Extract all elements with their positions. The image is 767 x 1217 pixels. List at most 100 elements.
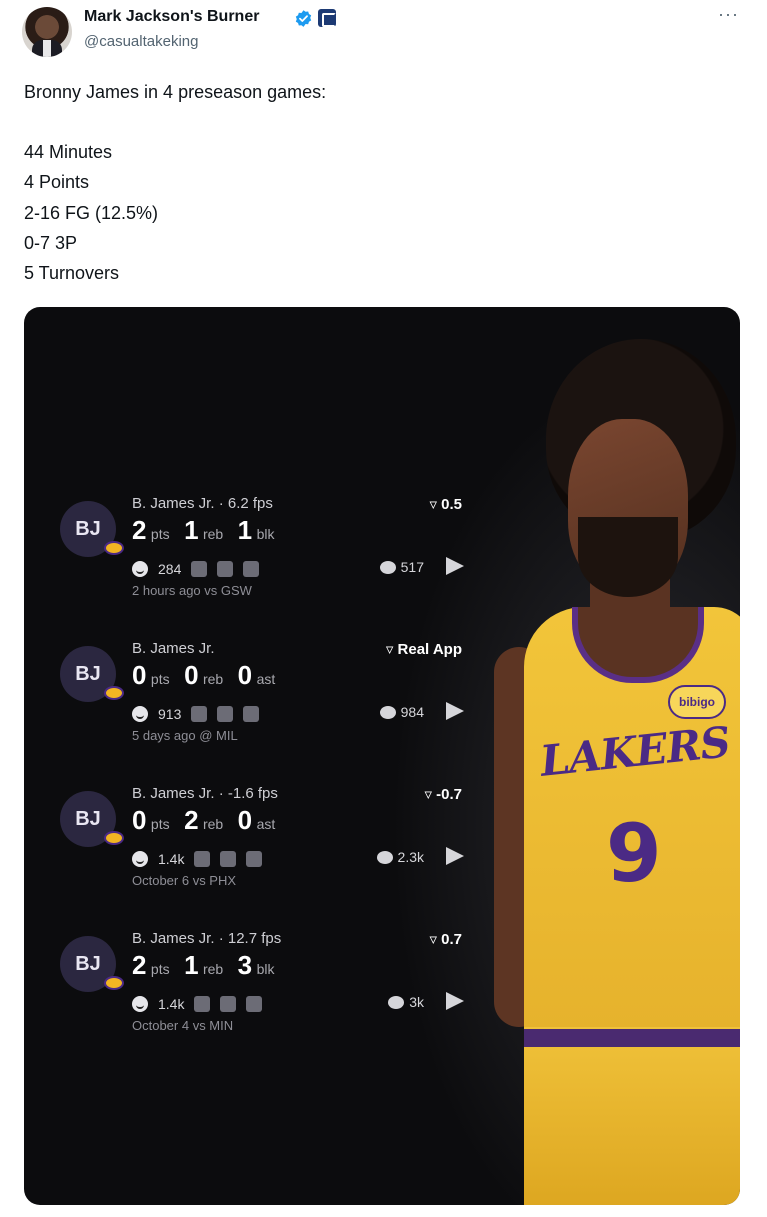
tweet-text-line: 5 Turnovers — [24, 263, 120, 283]
tweet-media-image[interactable]: bibigo LAKERS 9 BJ B. James Jr. · 6.2 fp… — [24, 307, 740, 1205]
card-score: ▿ Real App — [385, 641, 462, 658]
comment-count: 517 — [379, 559, 424, 575]
smile-icon — [132, 706, 148, 722]
tweet-text-line: 4 Points — [24, 172, 90, 192]
card-title: B. James Jr. · -1.6 fps — [132, 785, 278, 802]
stat-unit: pts — [150, 526, 170, 542]
splash-icon — [246, 851, 263, 867]
comment-count-value: 517 — [400, 559, 424, 575]
reaction-row: 913 — [132, 704, 260, 724]
stat-value: 1 — [237, 515, 253, 545]
basket-icon — [191, 706, 208, 722]
smile-icon — [132, 561, 148, 577]
lakers-logo-icon — [104, 976, 124, 990]
lakers-logo-icon — [104, 541, 124, 555]
verified-badge-icon — [295, 10, 312, 27]
comment-icon — [379, 560, 396, 574]
stat-unit: reb — [202, 816, 224, 832]
trash-icon — [243, 561, 260, 577]
stat-unit: pts — [150, 816, 170, 832]
tweet-text-line: 0-7 3P — [24, 233, 78, 253]
stat-unit: reb — [202, 526, 224, 542]
smile-icon — [132, 996, 148, 1012]
stat-card: BJ B. James Jr. 0 pts 0 reb 0 ast 913 5 … — [60, 640, 468, 775]
stat-unit: reb — [202, 961, 224, 977]
tweet-text-line: 2-16 FG (12.5%) — [24, 203, 159, 223]
author-name[interactable]: Mark Jackson's Burner — [84, 8, 259, 26]
stat-value: 1 — [184, 515, 199, 545]
eggplant-icon — [217, 706, 234, 722]
jersey-sponsor-logo: bibigo — [668, 685, 726, 719]
stat-value: 2 — [132, 515, 147, 545]
lakers-logo-icon — [104, 686, 124, 700]
smile-icon — [132, 851, 148, 867]
stat-value: 2 — [184, 805, 199, 835]
comment-count-value: 3k — [409, 994, 424, 1010]
stat-unit: pts — [150, 961, 170, 977]
comment-count-value: 984 — [400, 704, 424, 720]
card-score: ▿ 0.7 — [429, 931, 462, 948]
stat-value: 0 — [237, 660, 253, 690]
stat-unit: blk — [256, 526, 275, 542]
goat-icon — [217, 561, 234, 577]
stat-unit: blk — [256, 961, 275, 977]
tweet-text-line: Bronny James in 4 preseason games: — [24, 82, 327, 102]
reaction-count: 284 — [158, 561, 182, 577]
lakers-logo-icon — [104, 831, 124, 845]
stat-line: 0 pts 2 reb 0 ast — [132, 805, 285, 836]
card-score: ▿ 0.5 — [429, 496, 462, 513]
goat-icon — [243, 706, 260, 722]
stat-value: 1 — [184, 950, 199, 980]
tweet-text-line: 44 Minutes — [24, 142, 113, 162]
card-timestamp: October 6 vs PHX — [132, 873, 237, 888]
stat-unit: pts — [150, 671, 170, 687]
reaction-count: 1.4k — [158, 996, 185, 1012]
share-arrow-icon — [446, 847, 464, 865]
share-arrow-icon — [446, 992, 464, 1010]
reaction-count: 1.4k — [158, 851, 185, 867]
stat-line: 2 pts 1 reb 1 blk — [132, 515, 285, 546]
reaction-row: 284 — [132, 559, 260, 579]
rooster-icon — [246, 996, 263, 1012]
stat-card: BJ B. James Jr. · 6.2 fps 2 pts 1 reb 1 … — [60, 495, 468, 630]
stat-unit: ast — [256, 816, 276, 832]
comment-count: 3k — [388, 994, 424, 1010]
eggplant-icon — [194, 851, 211, 867]
stat-value: 0 — [237, 805, 253, 835]
comment-count: 984 — [379, 704, 424, 720]
affiliate-badge-icon — [318, 9, 336, 27]
share-arrow-icon — [446, 557, 464, 575]
share-arrow-icon — [446, 702, 464, 720]
player-photo: bibigo LAKERS 9 — [494, 327, 740, 1205]
reaction-row: 1.4k — [132, 994, 263, 1014]
stat-value: 0 — [132, 805, 147, 835]
card-title: B. James Jr. · 6.2 fps — [132, 495, 273, 512]
comment-icon — [388, 995, 405, 1009]
card-title: B. James Jr. · 12.7 fps — [132, 930, 282, 947]
card-timestamp: 2 hours ago vs GSW — [132, 583, 252, 598]
peanut-icon — [194, 996, 211, 1012]
stat-value: 2 — [132, 950, 147, 980]
comment-count-value: 2.3k — [397, 849, 424, 865]
stat-value: 0 — [132, 660, 147, 690]
stat-card: BJ B. James Jr. · 12.7 fps 2 pts 1 reb 3… — [60, 930, 468, 1065]
goat-icon — [220, 851, 237, 867]
stat-value: 3 — [237, 950, 253, 980]
author-avatar[interactable] — [22, 7, 72, 57]
comment-icon — [379, 705, 396, 719]
more-options-icon[interactable]: ··· — [718, 4, 739, 25]
card-timestamp: October 4 vs MIN — [132, 1018, 234, 1033]
comment-icon — [376, 850, 393, 864]
card-title: B. James Jr. — [132, 640, 215, 657]
goat-icon — [220, 996, 237, 1012]
stat-unit: reb — [202, 671, 224, 687]
card-timestamp: 5 days ago @ MIL — [132, 728, 238, 743]
reaction-row: 1.4k — [132, 849, 263, 869]
stat-value: 0 — [184, 660, 199, 690]
stat-line: 2 pts 1 reb 3 blk — [132, 950, 285, 981]
stat-line: 0 pts 0 reb 0 ast — [132, 660, 285, 691]
stat-card: BJ B. James Jr. · -1.6 fps 0 pts 2 reb 0… — [60, 785, 468, 920]
card-score: ▿ -0.7 — [424, 786, 462, 803]
author-handle[interactable]: @casualtakeking — [84, 33, 198, 50]
stat-unit: ast — [256, 671, 276, 687]
